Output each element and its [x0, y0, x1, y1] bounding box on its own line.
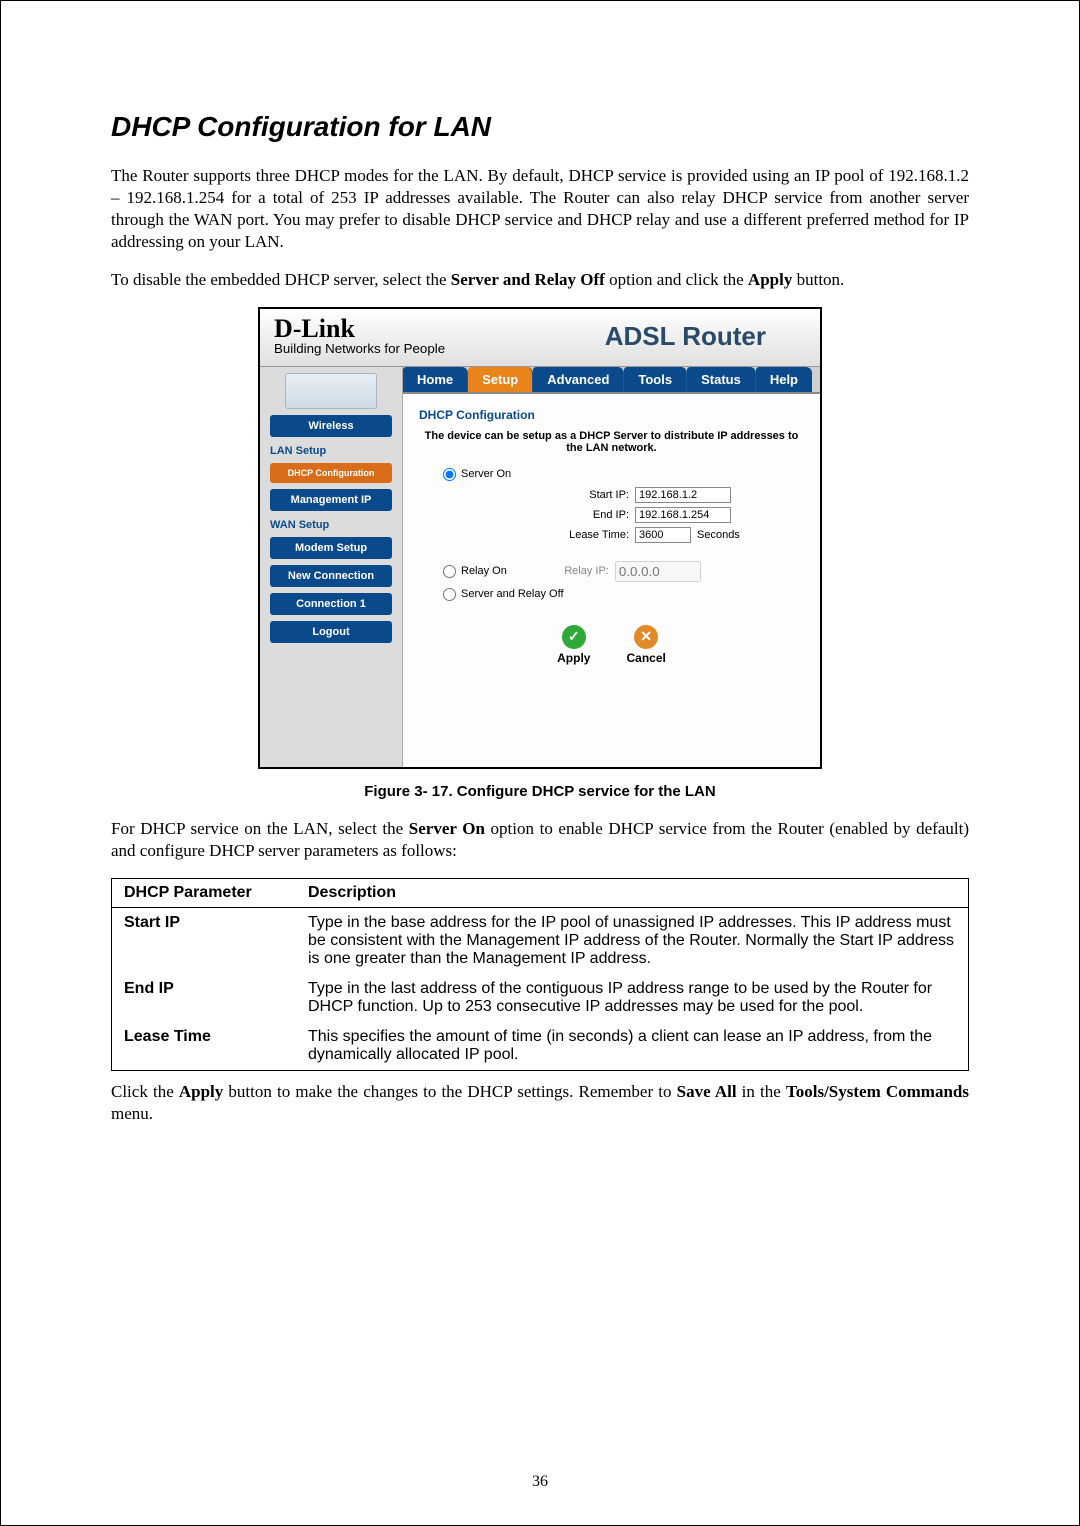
table-row: Start IP Type in the base address for th… — [112, 908, 969, 975]
text: Apply — [179, 1082, 223, 1101]
th-description: Description — [296, 879, 969, 908]
dhcp-parameter-table: DHCP Parameter Description Start IP Type… — [111, 878, 969, 1071]
lease-time-label: Lease Time: — [559, 529, 629, 541]
relay-ip-input[interactable] — [615, 561, 701, 582]
intro-paragraph-2: To disable the embedded DHCP server, sel… — [111, 269, 969, 291]
text: Server On — [409, 819, 485, 838]
sidebar-item-management-ip[interactable]: Management IP — [270, 489, 392, 511]
text: in the — [737, 1082, 786, 1101]
tab-home[interactable]: Home — [403, 367, 468, 392]
start-ip-input[interactable] — [635, 487, 731, 503]
end-ip-label: End IP: — [559, 509, 629, 521]
tab-setup[interactable]: Setup — [468, 367, 533, 392]
sidebar-section-wan: WAN Setup — [270, 519, 392, 531]
sidebar-item-connection-1[interactable]: Connection 1 — [270, 593, 392, 615]
text: Save All — [677, 1082, 737, 1101]
lease-time-input[interactable] — [635, 527, 691, 543]
check-icon: ✓ — [562, 625, 586, 649]
param-desc: This specifies the amount of time (in se… — [296, 1022, 969, 1071]
text: Click the — [111, 1082, 179, 1101]
table-row: End IP Type in the last address of the c… — [112, 974, 969, 1022]
radio-label: Relay On — [461, 565, 507, 577]
lease-time-unit: Seconds — [697, 529, 740, 541]
radio-label: Server and Relay Off — [461, 588, 564, 600]
figure-header: D-Link Building Networks for People ADSL… — [260, 309, 820, 366]
paragraph-3: For DHCP service on the LAN, select the … — [111, 818, 969, 862]
text: button to make the changes to the DHCP s… — [223, 1082, 676, 1101]
page-title: DHCP Configuration for LAN — [111, 111, 969, 143]
tab-help[interactable]: Help — [756, 367, 812, 392]
text: For DHCP service on the LAN, select the — [111, 819, 409, 838]
sidebar-section-lan: LAN Setup — [270, 445, 392, 457]
param-desc: Type in the base address for the IP pool… — [296, 908, 969, 975]
brand-logo: D-Link Building Networks for People — [274, 317, 445, 355]
page-number: 36 — [1, 1473, 1079, 1491]
text: Server and Relay Off — [451, 270, 605, 289]
table-row: Lease Time This specifies the amount of … — [112, 1022, 969, 1071]
radio-server-relay-off[interactable] — [443, 588, 456, 601]
form-title: DHCP Configuration — [419, 408, 804, 422]
device-thumbnail — [285, 373, 377, 409]
text: Apply — [748, 270, 792, 289]
cancel-label: Cancel — [626, 651, 665, 665]
tab-tools[interactable]: Tools — [624, 367, 687, 392]
table-header-row: DHCP Parameter Description — [112, 879, 969, 908]
tab-status[interactable]: Status — [687, 367, 756, 392]
sidebar-item-logout[interactable]: Logout — [270, 621, 392, 643]
relay-ip-label: Relay IP: — [553, 565, 609, 577]
text: Tools/System Commands — [786, 1082, 969, 1101]
cancel-button[interactable]: ✕ Cancel — [626, 625, 665, 665]
figure-screenshot: D-Link Building Networks for People ADSL… — [258, 307, 822, 768]
param-name: Start IP — [112, 908, 297, 975]
figure-caption: Figure 3- 17. Configure DHCP service for… — [111, 783, 969, 800]
text: button. — [792, 270, 844, 289]
start-ip-label: Start IP: — [559, 489, 629, 501]
content-area: Home Setup Advanced Tools Status Help DH… — [403, 367, 820, 767]
text: To disable the embedded DHCP server, sel… — [111, 270, 451, 289]
apply-button[interactable]: ✓ Apply — [557, 625, 590, 665]
brand-subtitle: Building Networks for People — [274, 341, 445, 356]
text: option and click the — [605, 270, 748, 289]
intro-paragraph-1: The Router supports three DHCP modes for… — [111, 165, 969, 253]
radio-off-row: Server and Relay Off — [419, 588, 804, 601]
router-title: ADSL Router — [605, 321, 806, 352]
tab-advanced[interactable]: Advanced — [533, 367, 624, 392]
sidebar-item-new-connection[interactable]: New Connection — [270, 565, 392, 587]
sidebar-item-modem-setup[interactable]: Modem Setup — [270, 537, 392, 559]
brand-text: D-Link — [274, 317, 445, 340]
text: menu. — [111, 1104, 153, 1123]
param-name: End IP — [112, 974, 297, 1022]
form-description: The device can be setup as a DHCP Server… — [419, 430, 804, 454]
radio-server-on[interactable] — [443, 468, 456, 481]
sidebar-item-wireless[interactable]: Wireless — [270, 415, 392, 437]
paragraph-4: Click the Apply button to make the chang… — [111, 1081, 969, 1125]
radio-relay-on[interactable] — [443, 565, 456, 578]
th-parameter: DHCP Parameter — [112, 879, 297, 908]
end-ip-input[interactable] — [635, 507, 731, 523]
radio-label: Server On — [461, 468, 511, 480]
sidebar-item-dhcp-config[interactable]: DHCP Configuration — [270, 463, 392, 483]
param-name: Lease Time — [112, 1022, 297, 1071]
top-nav-tabs: Home Setup Advanced Tools Status Help — [403, 367, 820, 394]
radio-server-on-row: Server On — [419, 468, 804, 481]
apply-label: Apply — [557, 651, 590, 665]
param-desc: Type in the last address of the contiguo… — [296, 974, 969, 1022]
sidebar: Wireless LAN Setup DHCP Configuration Ma… — [260, 367, 403, 767]
radio-relay-on-row: Relay On Relay IP: — [419, 561, 804, 582]
x-icon: ✕ — [634, 625, 658, 649]
